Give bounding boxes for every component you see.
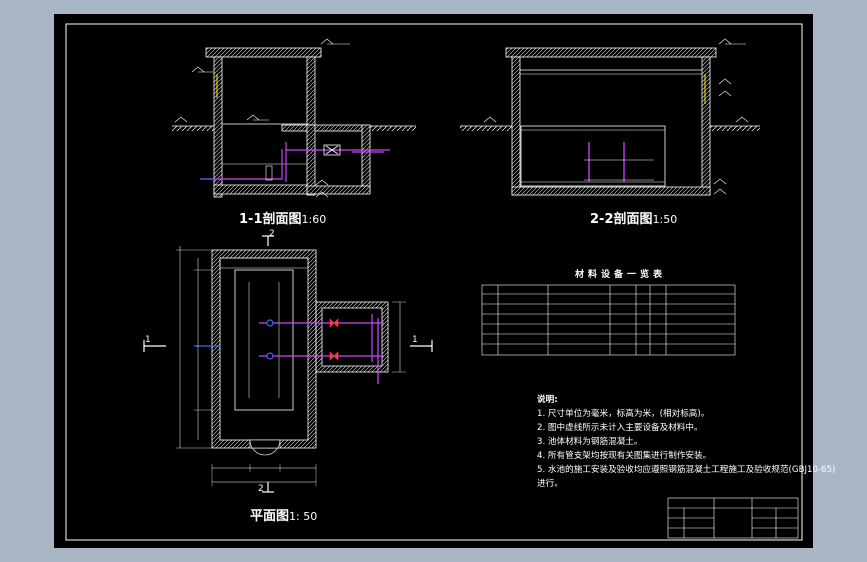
- section-1-1-drawing: [172, 38, 416, 198]
- section-1-1-title: 1-1剖面图1:60: [239, 208, 326, 227]
- plan-view-drawing: [143, 235, 433, 493]
- section-2-2-title-text: 2-2剖面图: [590, 212, 653, 227]
- plan-view-title: 平面图1: 50: [250, 505, 317, 524]
- note-item: 3. 池体材料为钢筋混凝土。: [537, 437, 643, 447]
- section-marker-1-right: 1: [412, 335, 418, 345]
- materials-table-title: 材料设备一览表: [575, 270, 667, 280]
- note-item: 2. 图中虚线所示未计入主要设备及材料中。: [537, 423, 703, 433]
- notes-heading: 说明:: [537, 395, 558, 405]
- note-item: 1. 尺寸单位为毫米，标高为米，(相对标高)。: [537, 409, 710, 419]
- section-2-2-scale: 1:50: [652, 213, 678, 226]
- section-1-1-scale: 1:60: [301, 213, 327, 226]
- note-item: 5. 水池的施工安装及验收均应遵照钢筋混凝土工程施工及验收规范(GBJ10-65…: [537, 465, 836, 489]
- note-item: 4. 所有管支架均按现有关图集进行制作安装。: [537, 451, 712, 461]
- materials-table-grid: [481, 284, 736, 356]
- section-2-2-drawing: [460, 38, 760, 196]
- section-1-1-title-text: 1-1剖面图: [239, 212, 302, 227]
- section-marker-1-left: 1: [145, 335, 151, 345]
- drawing-sheet: 1-1剖面图1:60 2-2剖面图1:50 平面图1: 50 1 1 2 2 材…: [54, 14, 835, 548]
- design-notes: 说明: 1. 尺寸单位为毫米，标高为米，(相对标高)。 2. 图中虚线所示未计入…: [537, 393, 842, 491]
- title-block: [667, 497, 799, 539]
- section-2-2-title: 2-2剖面图1:50: [590, 208, 677, 227]
- plan-view-scale: 1: 50: [289, 510, 318, 523]
- section-marker-2-top: 2: [269, 229, 275, 239]
- section-marker-2-bottom: 2: [258, 484, 264, 494]
- plan-view-title-text: 平面图: [250, 509, 290, 524]
